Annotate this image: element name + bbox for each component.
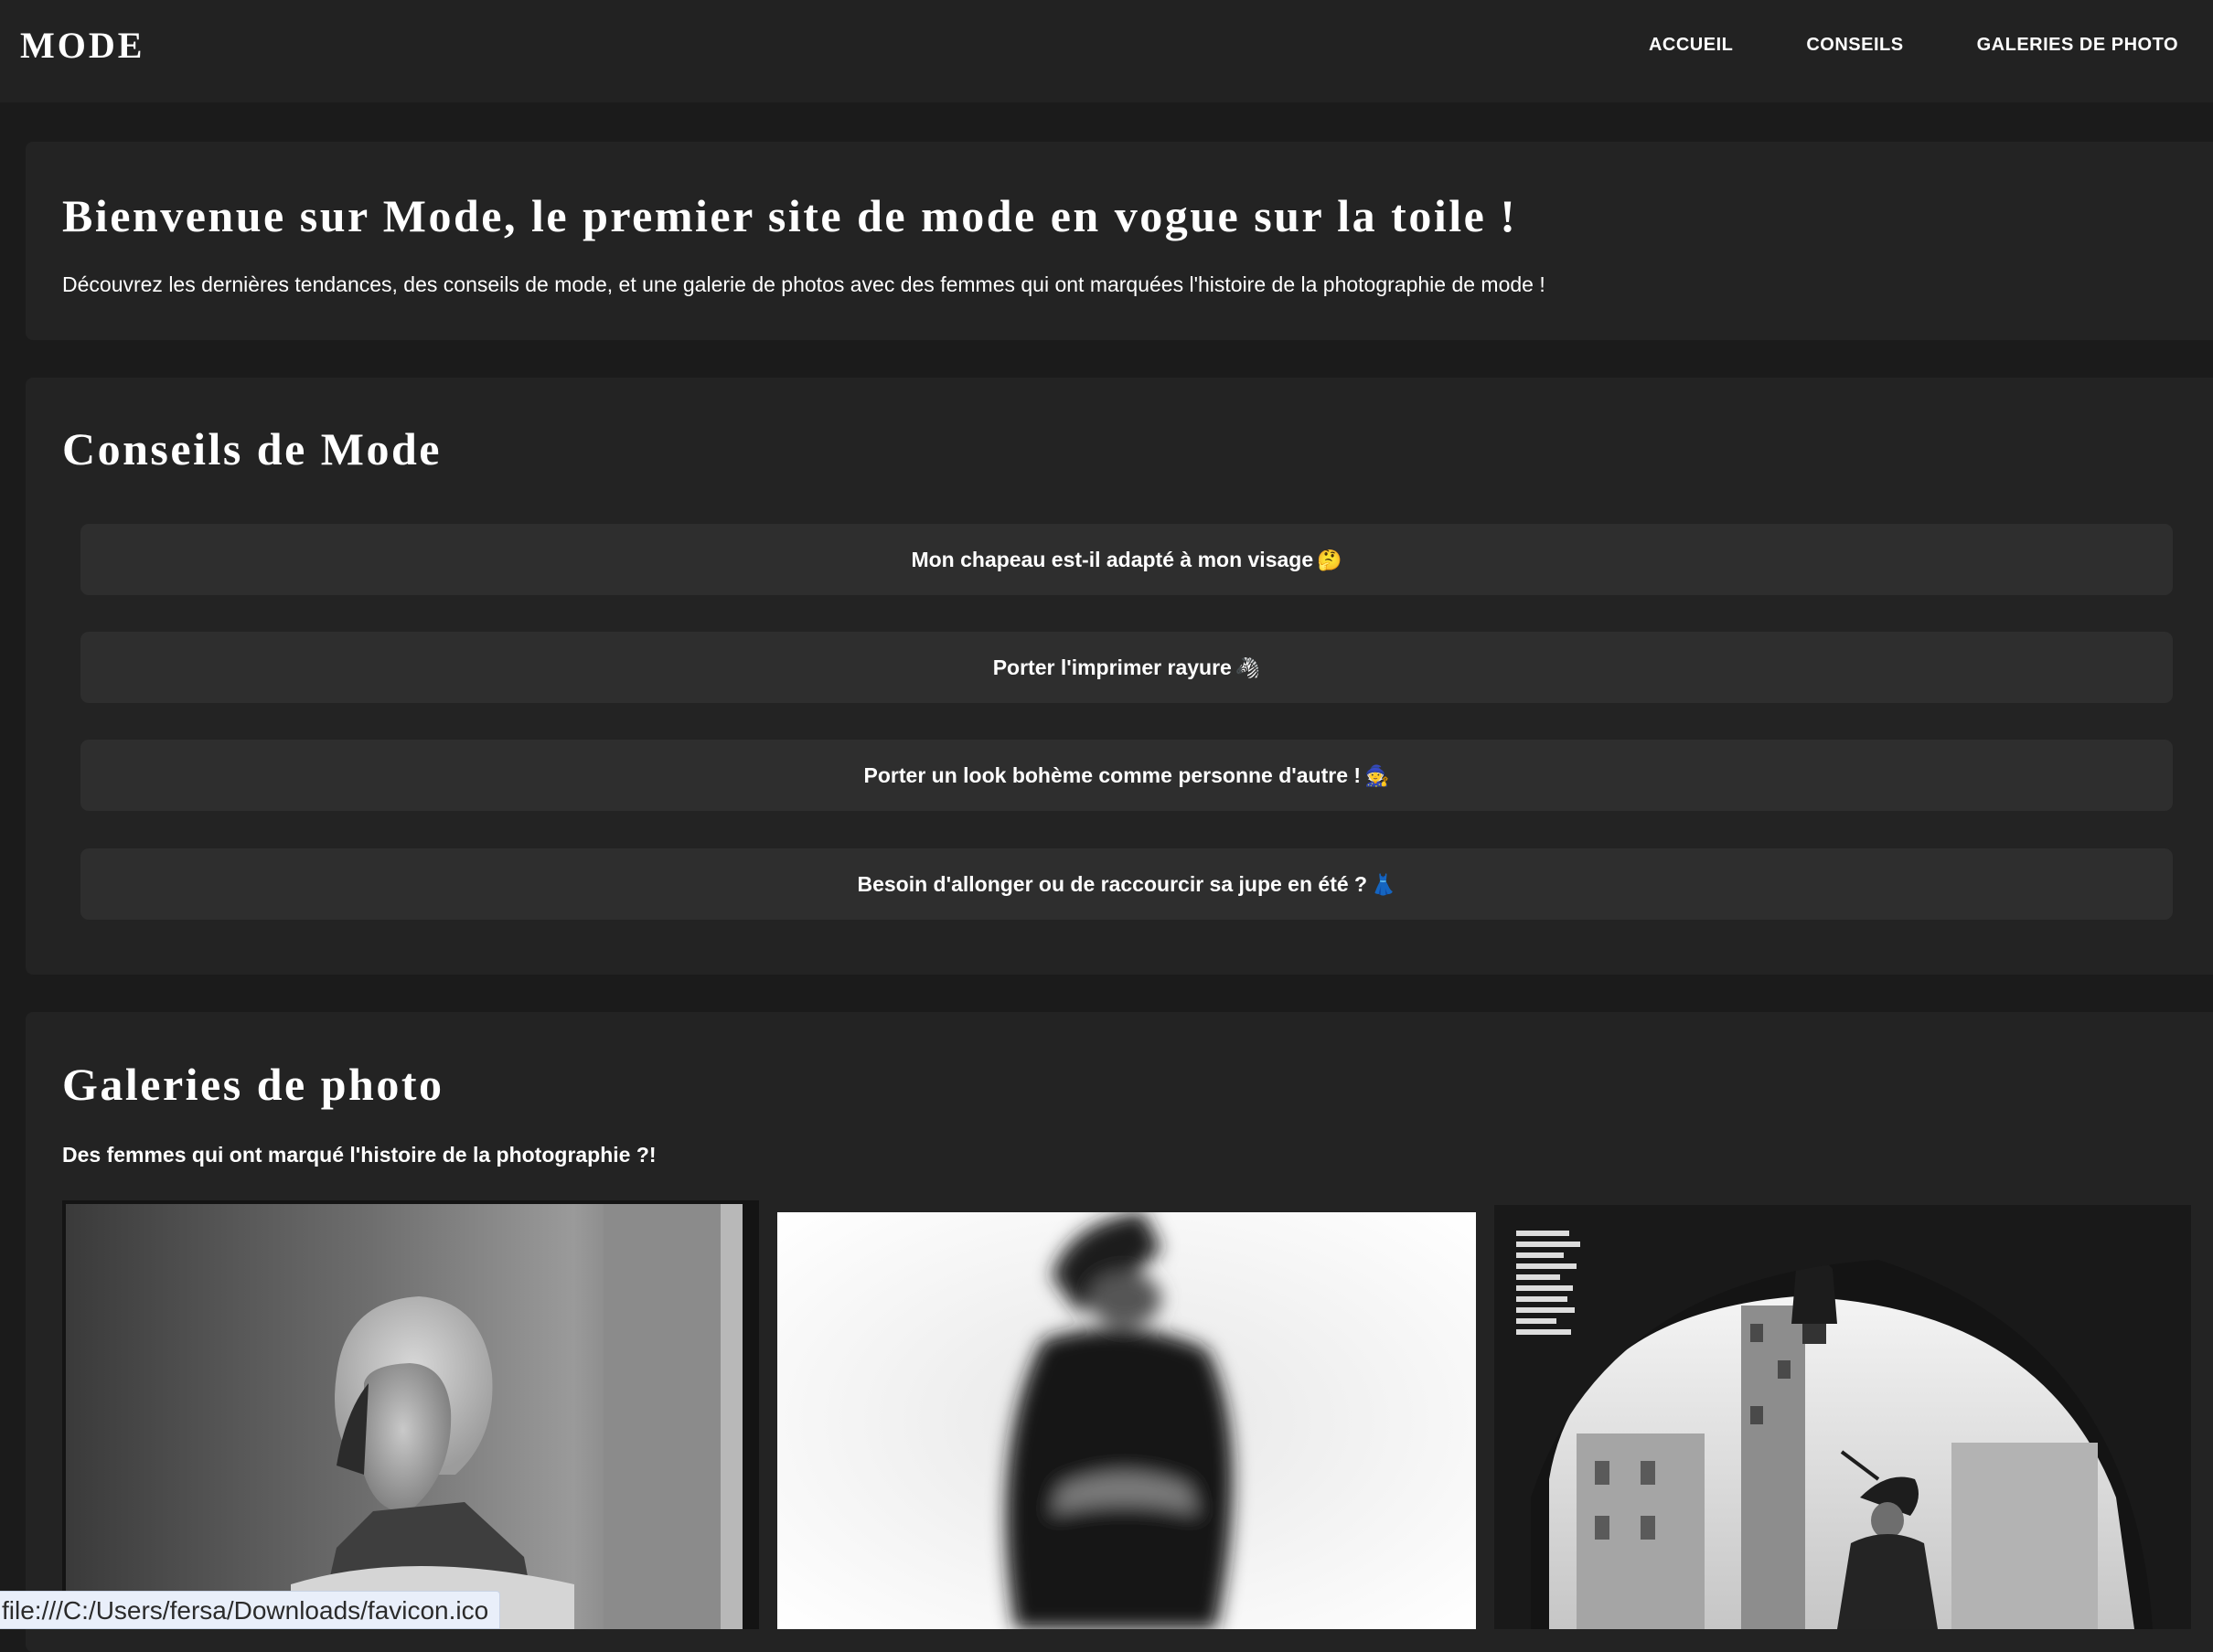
tip-button-rayure[interactable]: Porter l'imprimer rayure 🦓 xyxy=(80,632,2173,703)
tip-label: Mon chapeau est-il adapté à mon visage xyxy=(911,548,1314,571)
nav-link-galeries[interactable]: GALERIES DE PHOTO xyxy=(1977,35,2178,56)
tip-button-jupe[interactable]: Besoin d'allonger ou de raccourcir sa ju… xyxy=(80,848,2173,920)
nav-link-accueil[interactable]: ACCUEIL xyxy=(1649,35,1733,56)
tip-label: Porter un look bohème comme personne d'a… xyxy=(863,763,1362,787)
mage-icon: 🧙 xyxy=(1364,764,1390,787)
gallery-photo-2[interactable] xyxy=(777,1212,1476,1629)
welcome-title: Bienvenue sur Mode, le premier site de m… xyxy=(62,190,1518,241)
tip-label: Porter l'imprimer rayure xyxy=(992,655,1232,679)
brand-logo[interactable]: MODE xyxy=(20,24,144,67)
dress-icon: 👗 xyxy=(1371,873,1396,896)
zebra-icon: 🦓 xyxy=(1235,656,1261,679)
top-navbar: MODE ACCUEIL CONSEILS GALERIES DE PHOTO xyxy=(0,0,2213,102)
welcome-text: Découvrez les dernières tendances, des c… xyxy=(62,272,1545,296)
photo-blurred-silhouette xyxy=(777,1212,1476,1629)
thinking-face-icon: 🤔 xyxy=(1317,549,1342,571)
tip-label: Besoin d'allonger ou de raccourcir sa ju… xyxy=(857,872,1368,896)
gallery-title: Galeries de photo xyxy=(62,1059,444,1110)
main-nav: ACCUEIL CONSEILS GALERIES DE PHOTO xyxy=(1649,35,2178,56)
gallery-photo-3[interactable] xyxy=(1494,1205,2191,1629)
welcome-section: Bienvenue sur Mode, le premier site de m… xyxy=(26,142,2213,340)
photo-knit-cap-portrait xyxy=(62,1200,759,1629)
nav-link-conseils[interactable]: CONSEILS xyxy=(1806,35,1903,56)
status-bar-url: file:///C:/Users/fersa/Downloads/favicon… xyxy=(0,1591,501,1629)
tips-title: Conseils de Mode xyxy=(62,423,442,474)
gallery-photo-1[interactable] xyxy=(62,1200,759,1629)
photo-arch-street xyxy=(1494,1205,2191,1629)
tips-section: Conseils de Mode Mon chapeau est-il adap… xyxy=(26,378,2213,975)
gallery-subtitle: Des femmes qui ont marqué l'histoire de … xyxy=(62,1143,657,1167)
tip-button-boheme[interactable]: Porter un look bohème comme personne d'a… xyxy=(80,740,2173,811)
tip-button-chapeau[interactable]: Mon chapeau est-il adapté à mon visage 🤔 xyxy=(80,524,2173,595)
